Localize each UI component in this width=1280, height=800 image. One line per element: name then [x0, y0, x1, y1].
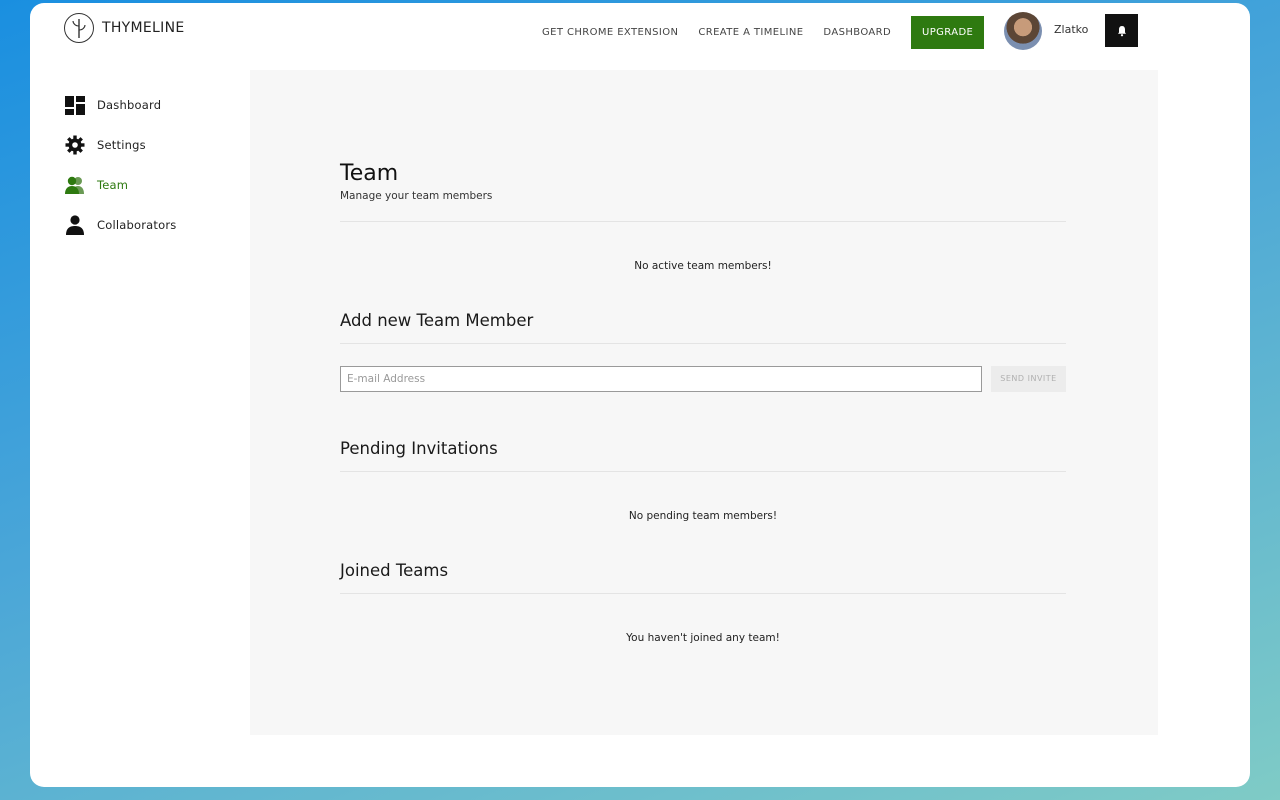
sidebar: Dashboard Settings Team Collaborators [64, 95, 244, 255]
team-icon [64, 175, 86, 195]
sidebar-item-label: Collaborators [97, 218, 177, 232]
top-header: THYMELINE GET CHROME EXTENSION CREATE A … [30, 3, 1250, 59]
avatar[interactable] [1004, 12, 1042, 50]
no-joined-teams-message: You haven't joined any team! [626, 632, 780, 644]
top-nav: GET CHROME EXTENSION CREATE A TIMELINE D… [542, 16, 985, 49]
nav-create-timeline[interactable]: CREATE A TIMELINE [698, 17, 803, 49]
gear-icon [64, 135, 86, 155]
add-member-title: Add new Team Member [340, 311, 534, 330]
email-field[interactable] [340, 366, 982, 392]
person-icon [64, 215, 86, 235]
nav-get-chrome-extension[interactable]: GET CHROME EXTENSION [542, 17, 678, 49]
app-window: THYMELINE GET CHROME EXTENSION CREATE A … [30, 3, 1250, 787]
sidebar-item-label: Settings [97, 138, 146, 152]
team-header: Team Manage your team members [340, 161, 1066, 202]
pending-invitations-title: Pending Invitations [340, 439, 498, 458]
bell-icon [1117, 25, 1126, 36]
team-panel: Team Manage your team members No active … [250, 70, 1158, 735]
sidebar-item-label: Dashboard [97, 98, 162, 112]
send-invite-button[interactable]: SEND INVITE [991, 366, 1066, 392]
sidebar-item-label: Team [97, 178, 129, 192]
sidebar-item-team[interactable]: Team [64, 175, 244, 195]
divider [340, 221, 1066, 222]
sidebar-item-collaborators[interactable]: Collaborators [64, 215, 244, 235]
upgrade-button[interactable]: UPGRADE [911, 16, 985, 49]
divider [340, 343, 1066, 344]
no-active-members-message: No active team members! [634, 260, 772, 272]
dashboard-grid-icon [64, 95, 86, 115]
sidebar-item-dashboard[interactable]: Dashboard [64, 95, 244, 115]
joined-teams-title: Joined Teams [340, 561, 449, 580]
nav-dashboard[interactable]: DASHBOARD [823, 17, 891, 49]
sprout-logo-icon [64, 13, 94, 43]
user-name[interactable]: Zlatko [1054, 23, 1088, 36]
divider [340, 471, 1066, 472]
no-pending-members-message: No pending team members! [628, 510, 778, 522]
divider [340, 593, 1066, 594]
page-title: Team [340, 161, 399, 186]
brand-name: THYMELINE [102, 20, 185, 36]
sidebar-item-settings[interactable]: Settings [64, 135, 244, 155]
notifications-button[interactable] [1105, 14, 1138, 47]
page-subtitle: Manage your team members [340, 190, 493, 202]
brand[interactable]: THYMELINE [64, 13, 185, 43]
